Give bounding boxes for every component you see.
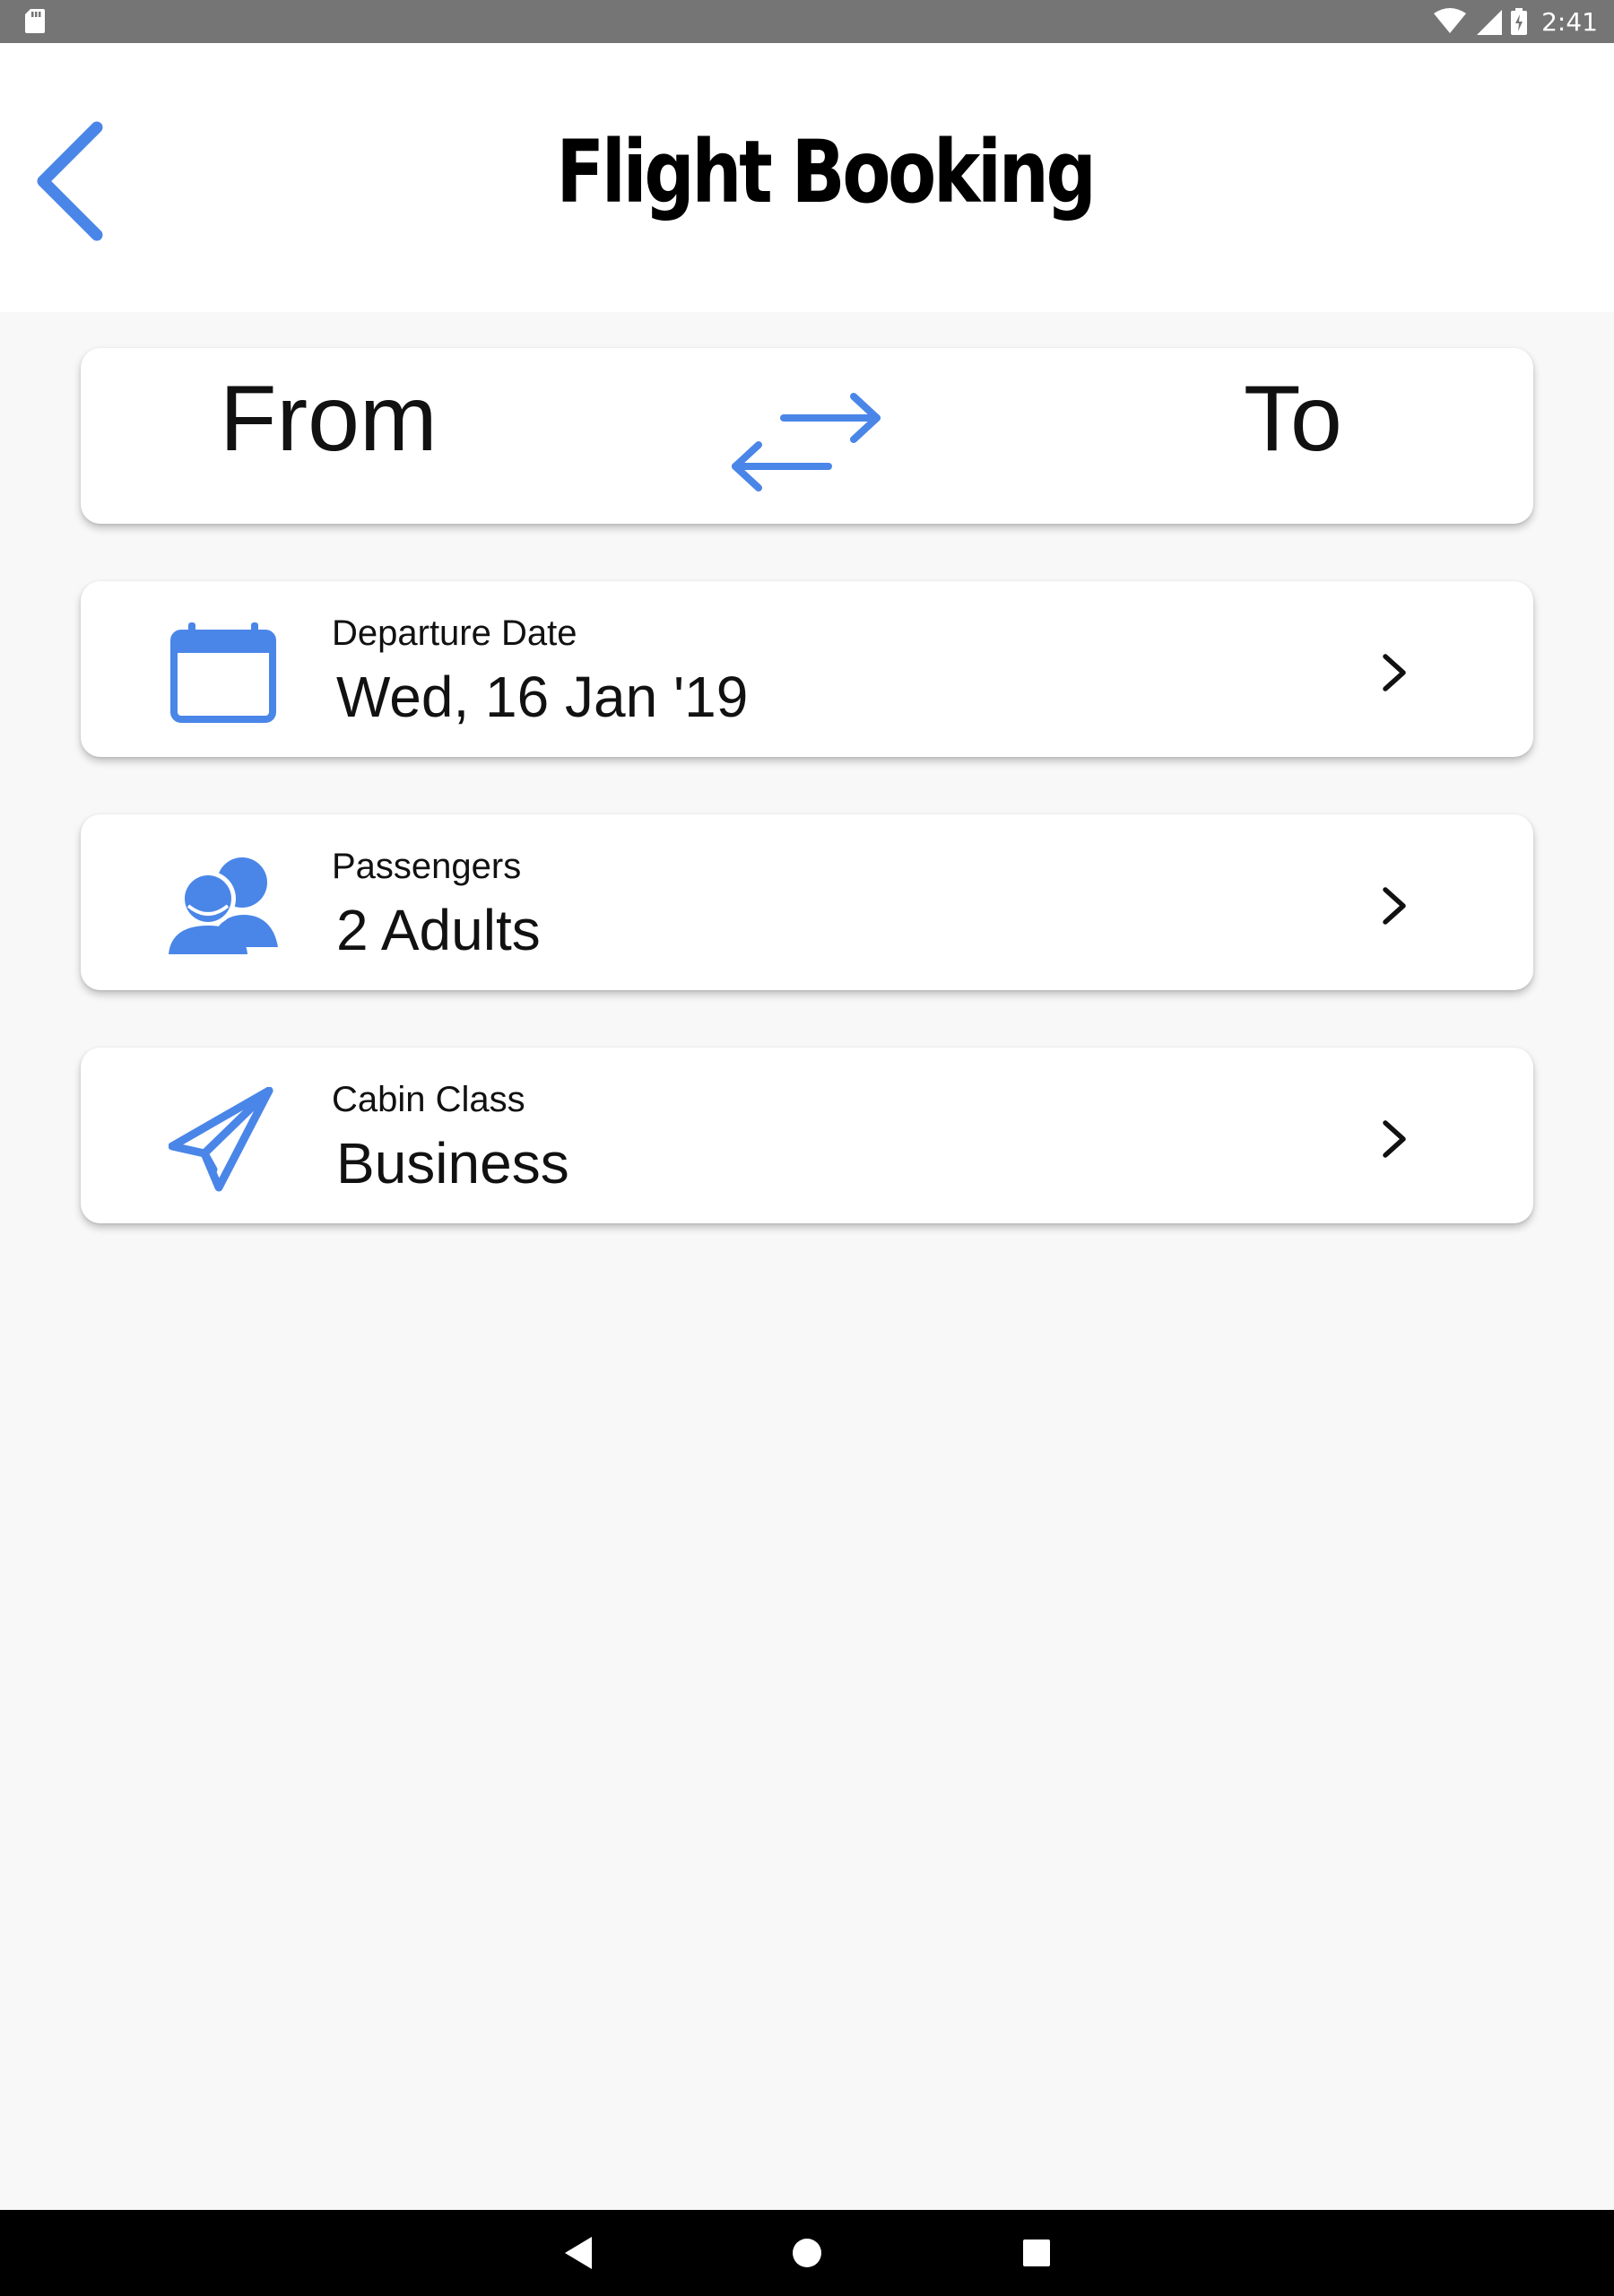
departure-date-value: Wed, 16 Jan '19 — [336, 665, 749, 729]
departure-date-caption: Departure Date — [332, 613, 577, 653]
departure-date-row[interactable]: Departure Date Wed, 16 Jan '19 — [81, 581, 1533, 757]
home-circle-icon[interactable] — [785, 2231, 829, 2274]
navigation-bar — [0, 2210, 1614, 2296]
swap-arrows-icon[interactable] — [725, 380, 897, 502]
back-arrow-icon — [37, 121, 103, 241]
passengers-icon — [169, 857, 278, 954]
signal-icon — [1477, 10, 1503, 35]
passengers-value: 2 Adults — [336, 898, 541, 962]
sd-card-icon — [25, 9, 45, 33]
cabin-class-caption: Cabin Class — [332, 1080, 525, 1119]
paper-plane-icon — [169, 1087, 273, 1192]
back-triangle-icon[interactable] — [556, 2231, 599, 2274]
page-title: Flight Booking — [556, 122, 1096, 222]
route-card: From To — [81, 348, 1533, 524]
battery-charging-icon — [1511, 8, 1528, 35]
cabin-class-row[interactable]: Cabin Class Business — [81, 1048, 1533, 1223]
status-time: 2:41 — [1541, 6, 1598, 37]
back-button[interactable] — [27, 117, 117, 242]
chevron-right-icon — [1383, 654, 1406, 691]
chevron-right-icon — [1383, 887, 1406, 925]
recents-square-icon[interactable] — [1015, 2231, 1058, 2274]
to-field[interactable]: To — [1244, 366, 1342, 473]
passengers-caption: Passengers — [332, 847, 522, 886]
passengers-row[interactable]: Passengers 2 Adults — [81, 814, 1533, 990]
calendar-icon — [170, 622, 276, 723]
chevron-right-icon — [1383, 1120, 1406, 1158]
status-bar: 2:41 — [0, 0, 1614, 43]
cabin-class-value: Business — [336, 1131, 569, 1196]
wifi-icon — [1434, 8, 1467, 33]
from-field[interactable]: From — [220, 366, 438, 473]
app-header: Flight Booking — [0, 43, 1614, 312]
